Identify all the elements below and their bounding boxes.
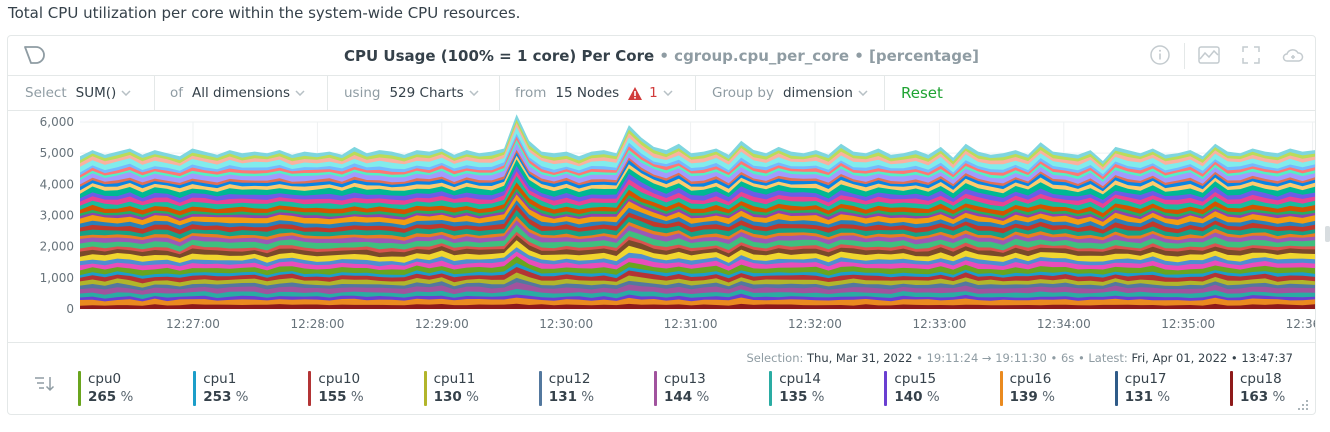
legend-color-swatch bbox=[78, 371, 81, 406]
legend-item-name: cpu15 bbox=[894, 371, 937, 387]
x-tick-label: 12:28:00 bbox=[290, 317, 344, 331]
legend-item-value: 265 % bbox=[88, 389, 134, 405]
cpu-usage-chart[interactable]: 6,000 5,000 4,000 3,000 2,000 1,000 0 12:27:00 1… bbox=[8, 36, 1315, 342]
y-tick-label: 2,000 bbox=[40, 240, 74, 254]
sort-icon[interactable] bbox=[33, 374, 55, 394]
legend-color-swatch bbox=[193, 371, 197, 406]
legend-item-name: cpu11 bbox=[433, 371, 476, 387]
legend-item-value: 130 % bbox=[433, 389, 479, 405]
legend-item-value: 131 % bbox=[1124, 389, 1171, 405]
selection-label: Selection: bbox=[746, 351, 804, 365]
legend-color-swatch bbox=[769, 371, 773, 406]
legend-color-swatch bbox=[423, 371, 427, 406]
y-tick-label: 1,000 bbox=[40, 271, 74, 285]
legend-item-name: cpu13 bbox=[664, 371, 706, 387]
selection-step: 6s bbox=[1060, 351, 1075, 365]
legend-item-name: cpu18 bbox=[1240, 371, 1282, 387]
resize-handle-icon[interactable] bbox=[1297, 399, 1309, 411]
y-tick-label: 5,000 bbox=[40, 146, 74, 160]
x-tick-label: 12:34:00 bbox=[1037, 317, 1091, 331]
y-tick-label: 6,000 bbox=[40, 115, 74, 129]
x-tick-label: 12:36:00 bbox=[1286, 317, 1315, 331]
chart-description: Total CPU utilization per core within th… bbox=[8, 4, 521, 22]
legend-item-name: cpu1 bbox=[203, 371, 237, 387]
y-tick-label: 3,000 bbox=[40, 209, 74, 223]
legend-color-swatch bbox=[1114, 371, 1118, 406]
latest-value: Fri, Apr 01, 2022 • 13:47:37 bbox=[1131, 351, 1293, 365]
legend-color-swatch bbox=[1230, 371, 1233, 406]
x-tick-label: 12:27:00 bbox=[166, 317, 220, 331]
legend-color-swatch bbox=[654, 371, 657, 406]
legend-item-name: cpu17 bbox=[1124, 371, 1167, 387]
legend-color-swatch bbox=[999, 371, 1003, 406]
legend-item-name: cpu10 bbox=[318, 371, 361, 387]
legend-color-swatch bbox=[538, 371, 542, 406]
selection-range: 19:11:24 → 19:11:30 bbox=[926, 351, 1047, 365]
x-tick-label: 12:31:00 bbox=[664, 317, 718, 331]
x-tick-label: 12:30:00 bbox=[539, 317, 593, 331]
scrollbar-thumb[interactable] bbox=[1325, 226, 1330, 242]
legend-color-swatch bbox=[884, 371, 888, 406]
selection-info: Selection: Thu, Mar 31, 2022 • 19:11:24 … bbox=[746, 351, 1293, 365]
chart-card: CPU Usage (100% = 1 core) Per Core • cgr… bbox=[7, 35, 1316, 415]
legend-item-name: cpu0 bbox=[88, 371, 122, 387]
legend-item-value: 253 % bbox=[203, 389, 249, 405]
legend-item-value: 163 % bbox=[1240, 389, 1286, 405]
legend-item-name: cpu16 bbox=[1009, 371, 1052, 387]
x-tick-label: 12:33:00 bbox=[912, 317, 966, 331]
area-series-group bbox=[80, 114, 1315, 310]
legend-item-value: 131 % bbox=[548, 389, 595, 405]
legend-item-value: 139 % bbox=[1009, 389, 1055, 405]
legend-item-value: 144 % bbox=[664, 389, 710, 405]
legend-item-value: 135 % bbox=[779, 389, 825, 405]
chart-legend: Selection: Thu, Mar 31, 2022 • 19:11:24 … bbox=[8, 342, 1315, 416]
legend-item-name: cpu12 bbox=[548, 371, 591, 387]
selection-date: Thu, Mar 31, 2022 bbox=[807, 351, 913, 365]
x-tick-label: 12:32:00 bbox=[788, 317, 842, 331]
x-tick-label: 12:29:00 bbox=[415, 317, 469, 331]
x-tick-label: 12:35:00 bbox=[1161, 317, 1215, 331]
legend-item-value: 155 % bbox=[318, 389, 364, 405]
y-tick-label: 0 bbox=[66, 302, 74, 316]
legend-item-value: 140 % bbox=[894, 389, 940, 405]
legend-item-name: cpu14 bbox=[779, 371, 821, 387]
y-tick-label: 4,000 bbox=[40, 177, 74, 191]
latest-label: Latest: bbox=[1088, 351, 1128, 365]
legend-color-swatch bbox=[308, 371, 312, 406]
